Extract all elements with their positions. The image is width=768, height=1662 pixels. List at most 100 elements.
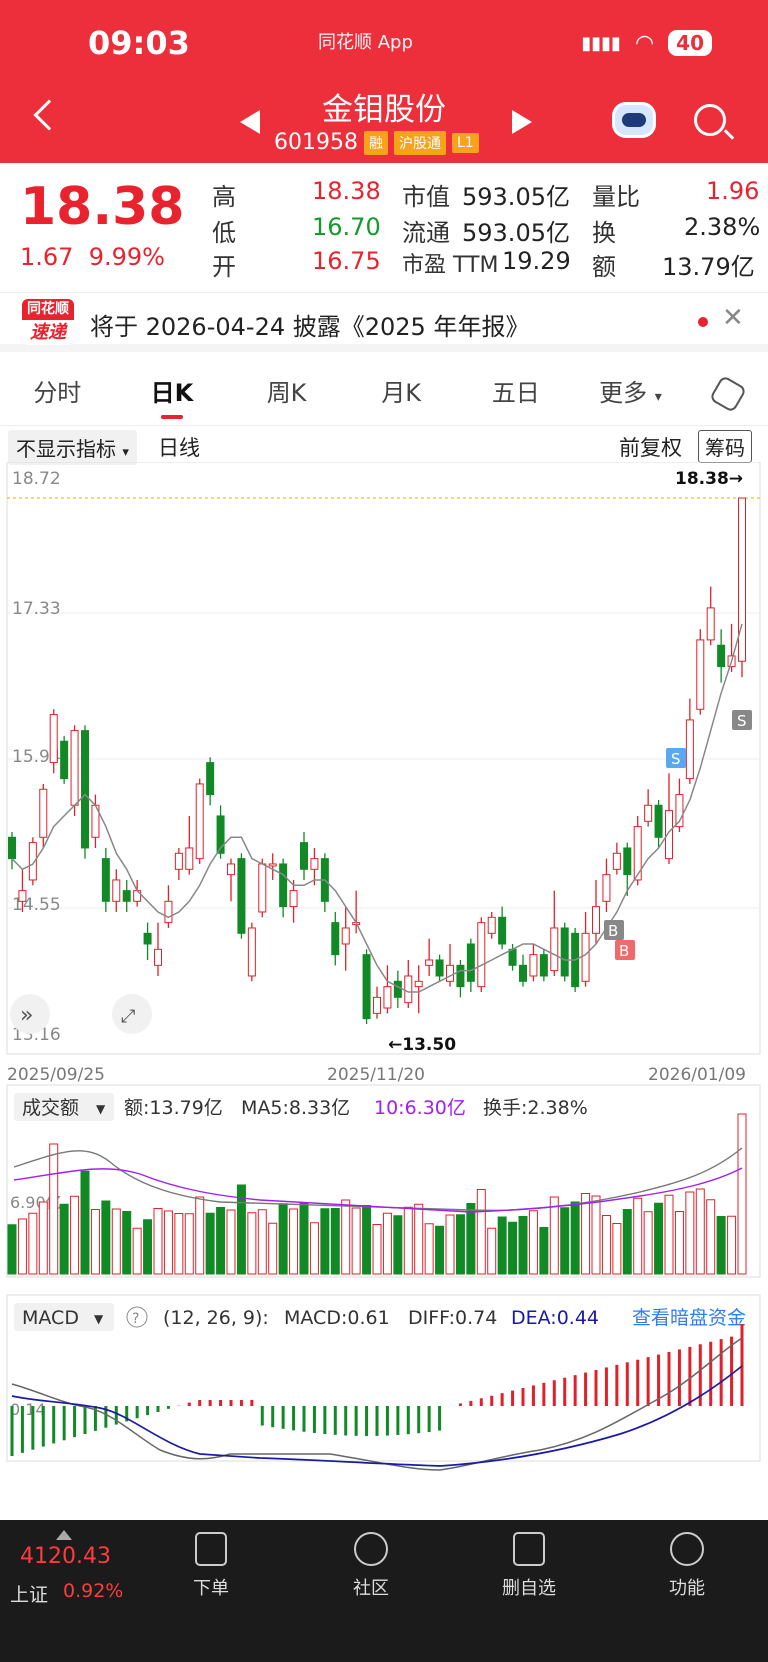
- index-value[interactable]: 4120.43: [20, 1544, 111, 1569]
- tab-monthly[interactable]: 月K: [344, 360, 459, 425]
- value-pe: 19.29: [502, 247, 571, 275]
- candle-body: [289, 890, 298, 908]
- candle-body: [247, 927, 256, 977]
- label-pe: 市盈 TTM: [402, 253, 499, 278]
- volume-bar: [497, 1216, 507, 1275]
- candle-body: [60, 740, 69, 780]
- candle-body: [373, 996, 381, 1014]
- date-tick: 2025/11/20: [327, 1065, 425, 1085]
- volume-bar: [278, 1203, 288, 1275]
- tab-daily[interactable]: 日K: [115, 360, 230, 425]
- help-icon-glyph: ?: [132, 1311, 139, 1327]
- battery-icon: 40: [668, 30, 712, 56]
- volume-ma5: MA5:8.33亿: [241, 1097, 350, 1119]
- value-amount: 13.79亿: [662, 253, 755, 281]
- candle-body: [466, 943, 475, 982]
- settings-tab[interactable]: [688, 360, 768, 425]
- tab-weekly[interactable]: 周K: [229, 360, 344, 425]
- nav-functions[interactable]: 功能: [642, 1532, 732, 1600]
- settings-hex-icon: [708, 374, 747, 414]
- volume-bar: [633, 1197, 643, 1275]
- volume-bar: [132, 1227, 142, 1275]
- sell-signal-label: S: [737, 712, 747, 730]
- caret-down-icon: ▾: [122, 445, 129, 460]
- dark-pool-link[interactable]: 查看暗盘资金: [632, 1307, 746, 1329]
- volume-bar: [424, 1223, 434, 1275]
- index-name: 上证: [10, 1584, 49, 1606]
- candle-body: [717, 644, 726, 668]
- nav-community[interactable]: 社区: [326, 1532, 416, 1600]
- unread-dot-icon: [698, 317, 708, 327]
- volume-bar: [101, 1200, 111, 1275]
- indicator-dropdown[interactable]: 不显示指标 ▾: [8, 430, 137, 465]
- volume-bar: [184, 1213, 194, 1275]
- volume-ma5-line: [13, 1147, 743, 1212]
- volume-ma10-line: [13, 1167, 743, 1213]
- volume-bar: [685, 1191, 695, 1275]
- close-icon[interactable]: ✕: [722, 303, 744, 333]
- candle-body: [560, 927, 569, 977]
- bottom-nav: 4120.43 上证 0.92% 下单 社区 删自选 功能: [0, 1520, 768, 1662]
- value-low: 16.70: [312, 213, 381, 241]
- candle-body: [393, 980, 402, 998]
- label-volratio: 量比: [592, 183, 640, 211]
- macd-params: (12, 26, 9):: [163, 1307, 269, 1329]
- candle-body: [644, 804, 653, 822]
- volume-bar: [487, 1227, 497, 1275]
- nav-order[interactable]: 下单: [166, 1532, 256, 1600]
- volume-bar: [49, 1143, 59, 1275]
- ma5-line: [11, 623, 743, 993]
- buy-signal-label: B: [619, 942, 629, 960]
- tab-more-label: 更多: [599, 379, 648, 407]
- date-tick: 2025/09/25: [7, 1065, 105, 1085]
- express-logo: 同花顺 速递: [22, 299, 74, 345]
- chart-toolbar: 不显示指标 ▾ 日线 前复权 筹码: [0, 428, 768, 465]
- volume-bar: [518, 1216, 528, 1275]
- candle-body: [112, 879, 121, 902]
- nav-remove-watchlist[interactable]: 删自选: [484, 1532, 574, 1600]
- volume-bar: [38, 1201, 48, 1275]
- tab-intraday[interactable]: 分时: [0, 360, 115, 425]
- candle-body: [310, 858, 319, 870]
- tab-more[interactable]: 更多 ▾: [573, 360, 688, 425]
- app-header: 09:03 同花顺 App ▮▮▮▮ ◠ 40 金钼股份 601958 融 沪股…: [0, 0, 768, 163]
- volume-bar: [560, 1207, 570, 1275]
- high-marker: 18.38→: [675, 469, 743, 489]
- volume-bar: [174, 1213, 184, 1275]
- macd-axis-tick: 0.14: [10, 1400, 46, 1419]
- label-open: 开: [212, 253, 236, 281]
- kline-chart[interactable]: 18.72 17.33 15.94 14.55 13.16 18.38→ ←13…: [0, 462, 768, 1512]
- candle-body: [341, 927, 350, 945]
- volume-bar: [445, 1214, 455, 1275]
- search-icon[interactable]: [694, 104, 726, 136]
- assistant-robot-icon[interactable]: [612, 102, 656, 138]
- next-stock-icon[interactable]: [512, 110, 532, 134]
- chips-button[interactable]: 筹码: [698, 430, 752, 463]
- volume-bar: [226, 1209, 236, 1275]
- candle-body: [164, 900, 173, 924]
- volume-bar: [59, 1203, 69, 1275]
- price-tick: 18.72: [12, 469, 61, 489]
- volume-bar: [654, 1202, 664, 1275]
- volume-bar: [372, 1224, 382, 1275]
- volume-bar: [122, 1211, 132, 1275]
- candle-body: [685, 719, 694, 780]
- volume-bar: [664, 1194, 674, 1275]
- candle-body: [206, 762, 215, 796]
- candle-body: [81, 730, 89, 849]
- tab-five-day[interactable]: 五日: [459, 360, 574, 425]
- volume-bar: [70, 1195, 80, 1275]
- candle-body: [696, 639, 705, 710]
- minus-box-icon: [513, 1532, 545, 1566]
- volume-bar: [581, 1193, 591, 1275]
- adjust-button[interactable]: 前复权: [619, 432, 682, 462]
- volume-label: 成交额: [22, 1097, 79, 1119]
- nav-community-label: 社区: [353, 1578, 389, 1599]
- volume-bar: [539, 1227, 549, 1275]
- notice-bar[interactable]: 同花顺 速递 将于 2026-04-24 披露《2025 年年报》 ✕: [0, 292, 768, 352]
- candle-body: [498, 916, 507, 945]
- signal-icon: ▮▮▮▮: [581, 32, 621, 54]
- index-pct: 0.92%: [63, 1580, 124, 1602]
- candle-body: [331, 922, 340, 956]
- candle-body: [8, 836, 16, 860]
